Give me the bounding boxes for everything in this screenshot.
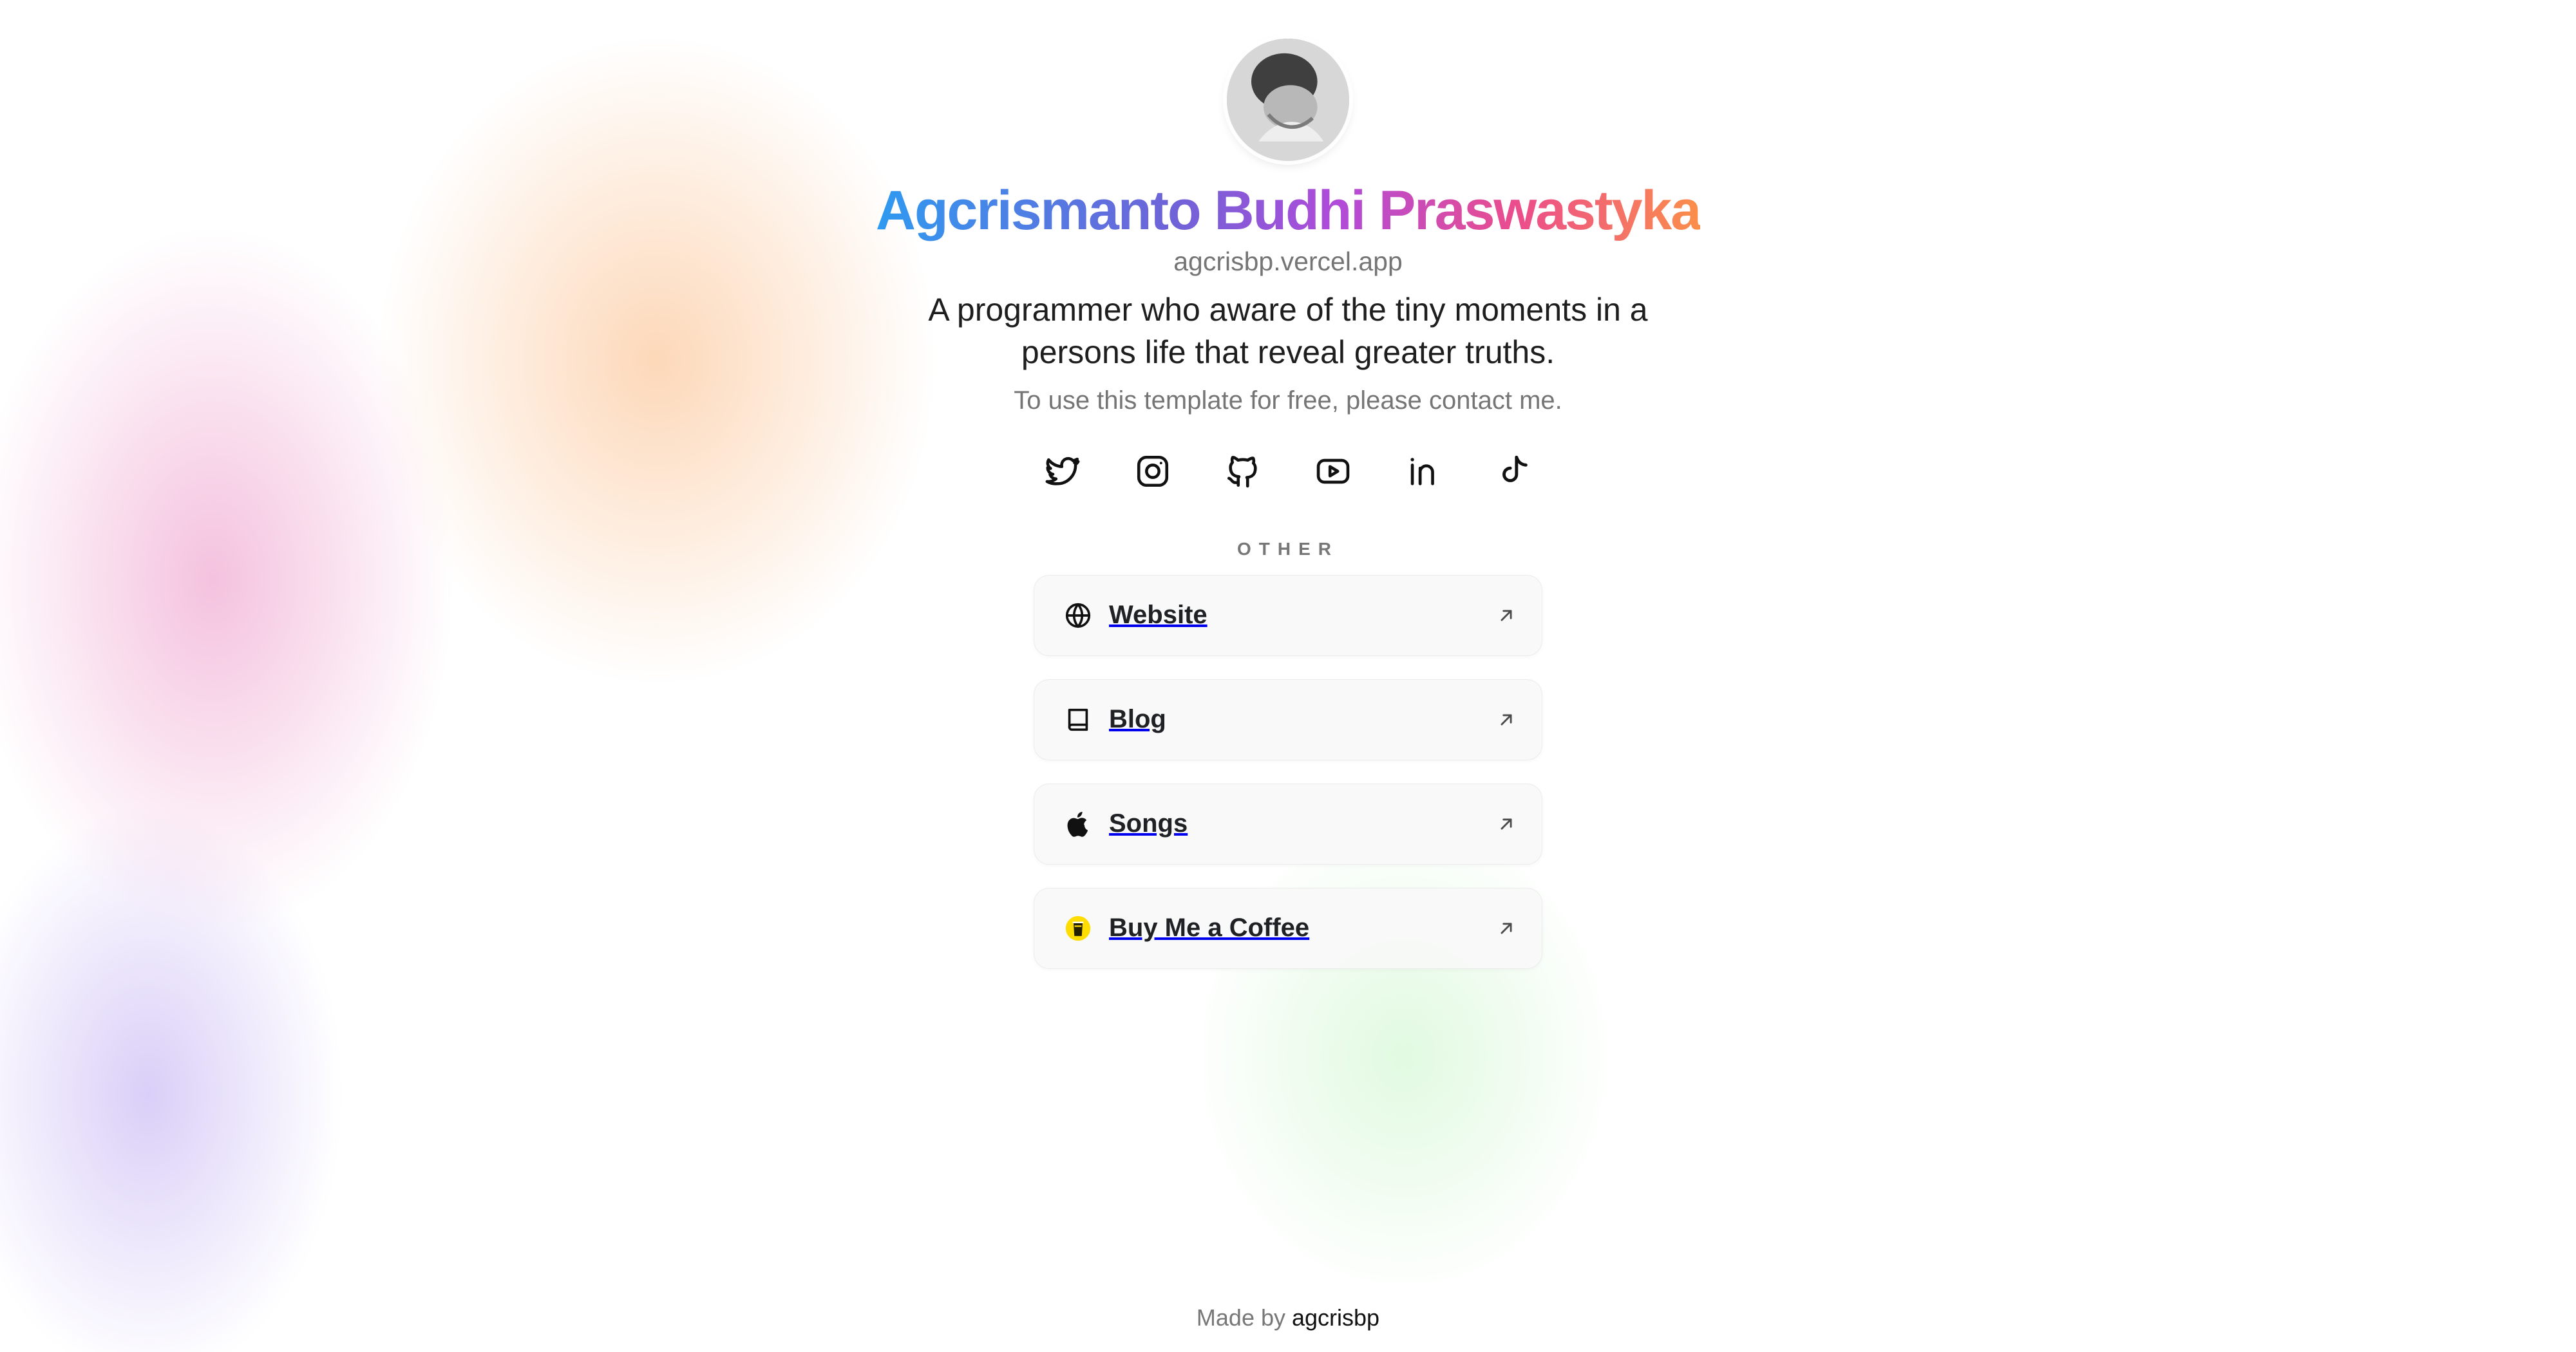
footer-author-link[interactable]: agcrisbp [1292, 1304, 1379, 1331]
other-section-title: OTHER [1237, 538, 1339, 559]
external-arrow-icon [1495, 709, 1517, 731]
buy-me-a-coffee-link-card[interactable]: Buy Me a Coffee [1034, 887, 1542, 969]
blog-link-label: Blog [1109, 705, 1166, 734]
profile-bio: A programmer who aware of the tiny momen… [928, 291, 1648, 370]
songs-link-label: Songs [1109, 809, 1188, 838]
profile-url: agcrisbp.vercel.app [1173, 246, 1403, 276]
book-icon [1060, 702, 1096, 738]
coffee-cup-icon [1060, 910, 1096, 946]
github-link[interactable] [1217, 445, 1269, 498]
twitter-link[interactable] [1036, 445, 1089, 498]
footer: Made by agcrisbp [0, 1304, 2576, 1331]
website-link-label: Website [1109, 601, 1208, 630]
github-icon [1227, 455, 1257, 487]
external-arrow-icon [1495, 917, 1517, 939]
globe-icon [1060, 597, 1096, 634]
tiktok-link[interactable] [1487, 445, 1540, 498]
external-arrow-icon [1495, 813, 1517, 835]
linkedin-icon [1410, 457, 1434, 485]
blog-link-card[interactable]: Blog [1034, 679, 1542, 760]
profile-name: Agcrismanto Budhi Praswastyka [875, 180, 1701, 241]
tiktok-icon [1502, 455, 1528, 482]
external-arrow-icon [1495, 605, 1517, 626]
buy-me-a-coffee-link-label: Buy Me a Coffee [1109, 914, 1310, 943]
instagram-link[interactable] [1126, 445, 1179, 498]
youtube-link[interactable] [1307, 445, 1359, 498]
twitter-icon [1045, 456, 1080, 485]
profile-section: Agcrismanto Budhi Praswastyka agcrisbp.v… [0, 39, 2576, 969]
linkedin-link[interactable] [1397, 445, 1450, 498]
apple-icon [1060, 806, 1096, 842]
instagram-icon [1137, 455, 1169, 487]
youtube-icon [1316, 458, 1350, 484]
avatar-portrait-icon [1227, 39, 1349, 161]
link-page: Agcrismanto Budhi Praswastyka agcrisbp.v… [0, 0, 2576, 1352]
avatar [1227, 39, 1349, 161]
songs-link-card[interactable]: Songs [1034, 783, 1542, 865]
footer-prefix: Made by [1196, 1304, 1285, 1331]
social-links [1036, 445, 1540, 498]
other-links: Website Blog Songs Buy Me a Coffee [1034, 574, 1542, 969]
website-link-card[interactable]: Website [1034, 574, 1542, 656]
template-note: To use this template for free, please co… [1014, 386, 1562, 415]
